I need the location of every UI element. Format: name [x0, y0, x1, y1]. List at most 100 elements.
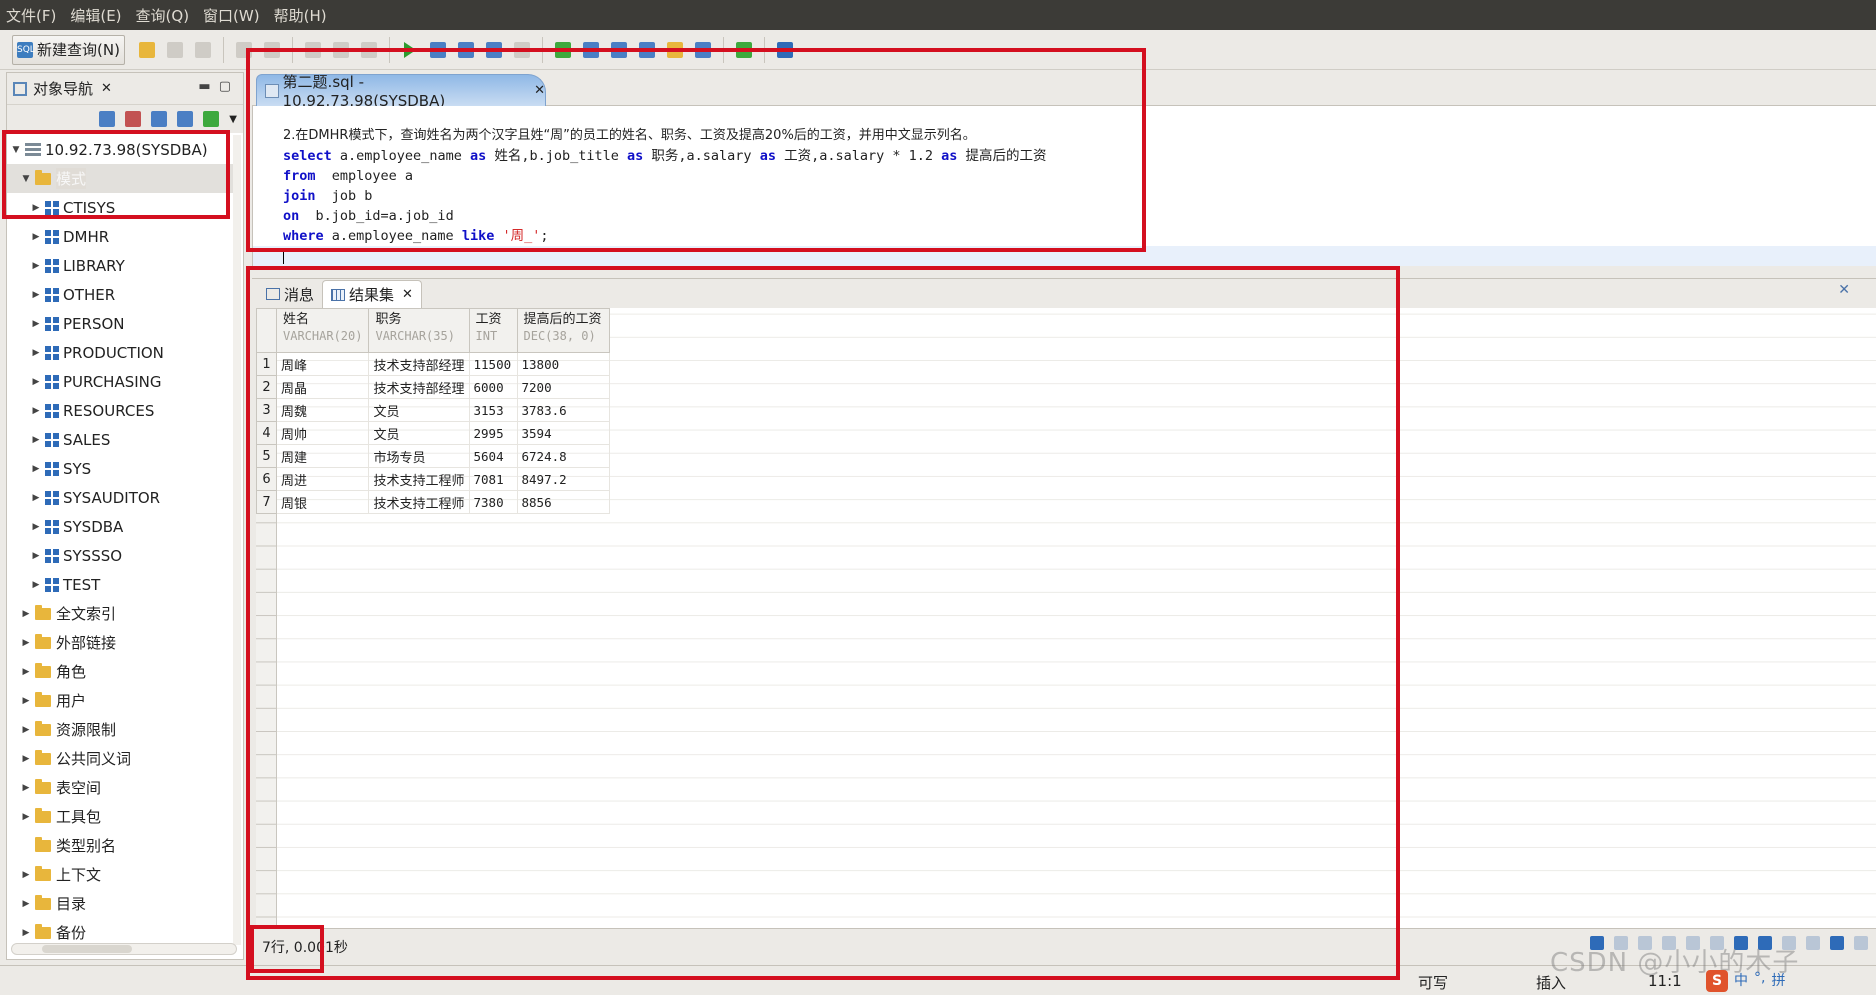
edit-icon[interactable]	[151, 111, 168, 127]
cell-name[interactable]: 周进	[275, 467, 370, 491]
close-icon[interactable]: ✕	[402, 287, 413, 302]
cell-name[interactable]: 周帅	[275, 421, 370, 445]
tree-node-schema[interactable]: ▶ TEST	[7, 570, 233, 599]
menu-help[interactable]: 帮助(H)	[274, 5, 327, 26]
collapsed-arrow-icon[interactable]: ▶	[21, 783, 31, 793]
filter-icon[interactable]	[1830, 936, 1844, 950]
redo-icon[interactable]	[263, 41, 280, 58]
tab-result-set[interactable]: 结果集 ✕	[322, 280, 422, 308]
row-number[interactable]: 6	[256, 467, 277, 491]
tree-node-folder[interactable]: ▶ 备份	[7, 918, 233, 945]
cell-title[interactable]: 文员	[368, 421, 470, 445]
table-row[interactable]: 5 周建 市场专员 5604 6724.8	[256, 444, 610, 468]
home-icon[interactable]	[776, 41, 793, 58]
tree-node-folder[interactable]: ▶ 资源限制	[7, 715, 233, 744]
collapsed-arrow-icon[interactable]: ▶	[21, 725, 31, 735]
tree-node-folder[interactable]: ▶ 用户	[7, 686, 233, 715]
ime-language[interactable]: 中	[1734, 970, 1748, 992]
ime-pinyin[interactable]: 拼	[1771, 970, 1785, 992]
cell-salary[interactable]: 3153	[468, 398, 518, 422]
copy-icon[interactable]	[332, 41, 349, 58]
connect-icon[interactable]	[99, 111, 116, 127]
collapsed-arrow-icon[interactable]: ▶	[31, 406, 41, 416]
close-icon[interactable]: ✕	[534, 83, 545, 98]
cell-raised-salary[interactable]: 7200	[516, 375, 610, 399]
collapsed-arrow-icon[interactable]: ▶	[21, 696, 31, 706]
run-icon[interactable]	[403, 41, 416, 58]
cell-name[interactable]: 周晶	[275, 375, 370, 399]
vertical-scrollbar[interactable]	[233, 135, 241, 945]
tree-node-schema[interactable]: ▶ PERSON	[7, 309, 233, 338]
new-query-button[interactable]: SQL 新建查询(N)	[12, 34, 125, 65]
cell-raised-salary[interactable]: 3783.6	[516, 398, 610, 422]
result-grid[interactable]: 姓名 VARCHAR(20) 职务 VARCHAR(35) 工资 INT 提高后的工资…	[256, 308, 1876, 928]
explain-icon[interactable]	[457, 41, 474, 58]
tree-node-schema[interactable]: ▶ LIBRARY	[7, 251, 233, 280]
collapsed-arrow-icon[interactable]: ▶	[31, 377, 41, 387]
tree-node-schema[interactable]: ▶ PRODUCTION	[7, 338, 233, 367]
cell-title[interactable]: 技术支持部经理	[368, 352, 470, 376]
horizontal-scrollbar[interactable]	[11, 943, 237, 955]
close-icon[interactable]: ✕	[101, 81, 112, 96]
tree-node-folder[interactable]: ▶ 上下文	[7, 860, 233, 889]
collapsed-arrow-icon[interactable]: ▶	[21, 870, 31, 880]
tree-node-schema[interactable]: ▶ CTISYS	[7, 193, 233, 222]
collapsed-arrow-icon[interactable]: ▶	[21, 812, 31, 822]
table-row[interactable]: 2 周晶 技术支持部经理 6000 7200	[256, 375, 610, 399]
close-all-icon[interactable]: ✕	[1838, 282, 1850, 298]
ime-logo-icon[interactable]: S	[1706, 970, 1728, 992]
clear-sort-icon[interactable]	[1806, 936, 1820, 950]
scrollbar-thumb[interactable]	[42, 945, 132, 953]
cell-raised-salary[interactable]: 13800	[516, 352, 610, 376]
row-number[interactable]: 1	[256, 352, 277, 376]
collapsed-arrow-icon[interactable]: ▶	[21, 899, 31, 909]
cut-icon[interactable]	[304, 41, 321, 58]
expanded-arrow-icon[interactable]: ▼	[11, 145, 21, 155]
cell-raised-salary[interactable]: 6724.8	[516, 444, 610, 468]
tree-node-connection[interactable]: ▼ 10.92.73.98(SYSDBA)	[7, 135, 233, 164]
cell-name[interactable]: 周建	[275, 444, 370, 468]
export-icon[interactable]	[1854, 936, 1868, 950]
search-icon[interactable]	[177, 111, 194, 127]
column-header[interactable]: 提高后的工资 DEC(38, 0)	[516, 308, 610, 353]
format-icon[interactable]	[610, 41, 627, 58]
debug-plan-icon[interactable]	[485, 41, 502, 58]
minimize-maximize-icon[interactable]: ▬▢	[198, 79, 239, 94]
open-folder-icon[interactable]	[138, 41, 155, 58]
tree-node-schema[interactable]: ▶ SYSDBA	[7, 512, 233, 541]
tree-node-folder[interactable]: ▶ 目录	[7, 889, 233, 918]
table-row[interactable]: 6 周进 技术支持工程师 7081 8497.2	[256, 467, 610, 491]
collapsed-arrow-icon[interactable]: ▶	[31, 522, 41, 532]
tree-node-schema[interactable]: ▶ SYSSSO	[7, 541, 233, 570]
tab-messages[interactable]: 消息	[258, 280, 322, 308]
tree-node-schema[interactable]: ▶ PURCHASING	[7, 367, 233, 396]
stop-icon[interactable]	[513, 41, 530, 58]
cell-name[interactable]: 周银	[275, 490, 370, 514]
collapsed-arrow-icon[interactable]: ▶	[21, 638, 31, 648]
sql-editor[interactable]: 2.在DMHR模式下，查询姓名为两个汉字且姓“周”的员工的姓名、职务、工资及提高…	[252, 106, 1876, 266]
menu-window[interactable]: 窗口(W)	[203, 5, 260, 26]
collapsed-arrow-icon[interactable]: ▶	[31, 551, 41, 561]
row-number[interactable]: 4	[256, 421, 277, 445]
row-number[interactable]: 7	[256, 490, 277, 514]
expanded-arrow-icon[interactable]: ▼	[21, 174, 31, 184]
cell-salary[interactable]: 2995	[468, 421, 518, 445]
collapsed-arrow-icon[interactable]: ▶	[31, 348, 41, 358]
column-header[interactable]: 姓名 VARCHAR(20)	[275, 308, 370, 353]
row-number[interactable]: 5	[256, 444, 277, 468]
collapsed-arrow-icon[interactable]: ▶	[31, 290, 41, 300]
collapsed-arrow-icon[interactable]: ▶	[31, 261, 41, 271]
cell-raised-salary[interactable]: 3594	[516, 421, 610, 445]
tree-node-folder[interactable]: ▶ 工具包	[7, 802, 233, 831]
tree-node-schema[interactable]: ▶ SYSAUDITOR	[7, 483, 233, 512]
tree-node-schema[interactable]: ▶ SALES	[7, 425, 233, 454]
tree-node-folder[interactable]: ▶ 表空间	[7, 773, 233, 802]
collapsed-arrow-icon[interactable]: ▶	[31, 580, 41, 590]
save-all-icon[interactable]	[194, 41, 211, 58]
rollback-icon[interactable]	[582, 41, 599, 58]
tree-node-schema[interactable]: ▶ SYS	[7, 454, 233, 483]
tree-node-folder[interactable]: ▶ 公共同义词	[7, 744, 233, 773]
cell-title[interactable]: 技术支持部经理	[368, 375, 470, 399]
commit-icon[interactable]	[554, 41, 571, 58]
run-script-icon[interactable]	[429, 41, 446, 58]
